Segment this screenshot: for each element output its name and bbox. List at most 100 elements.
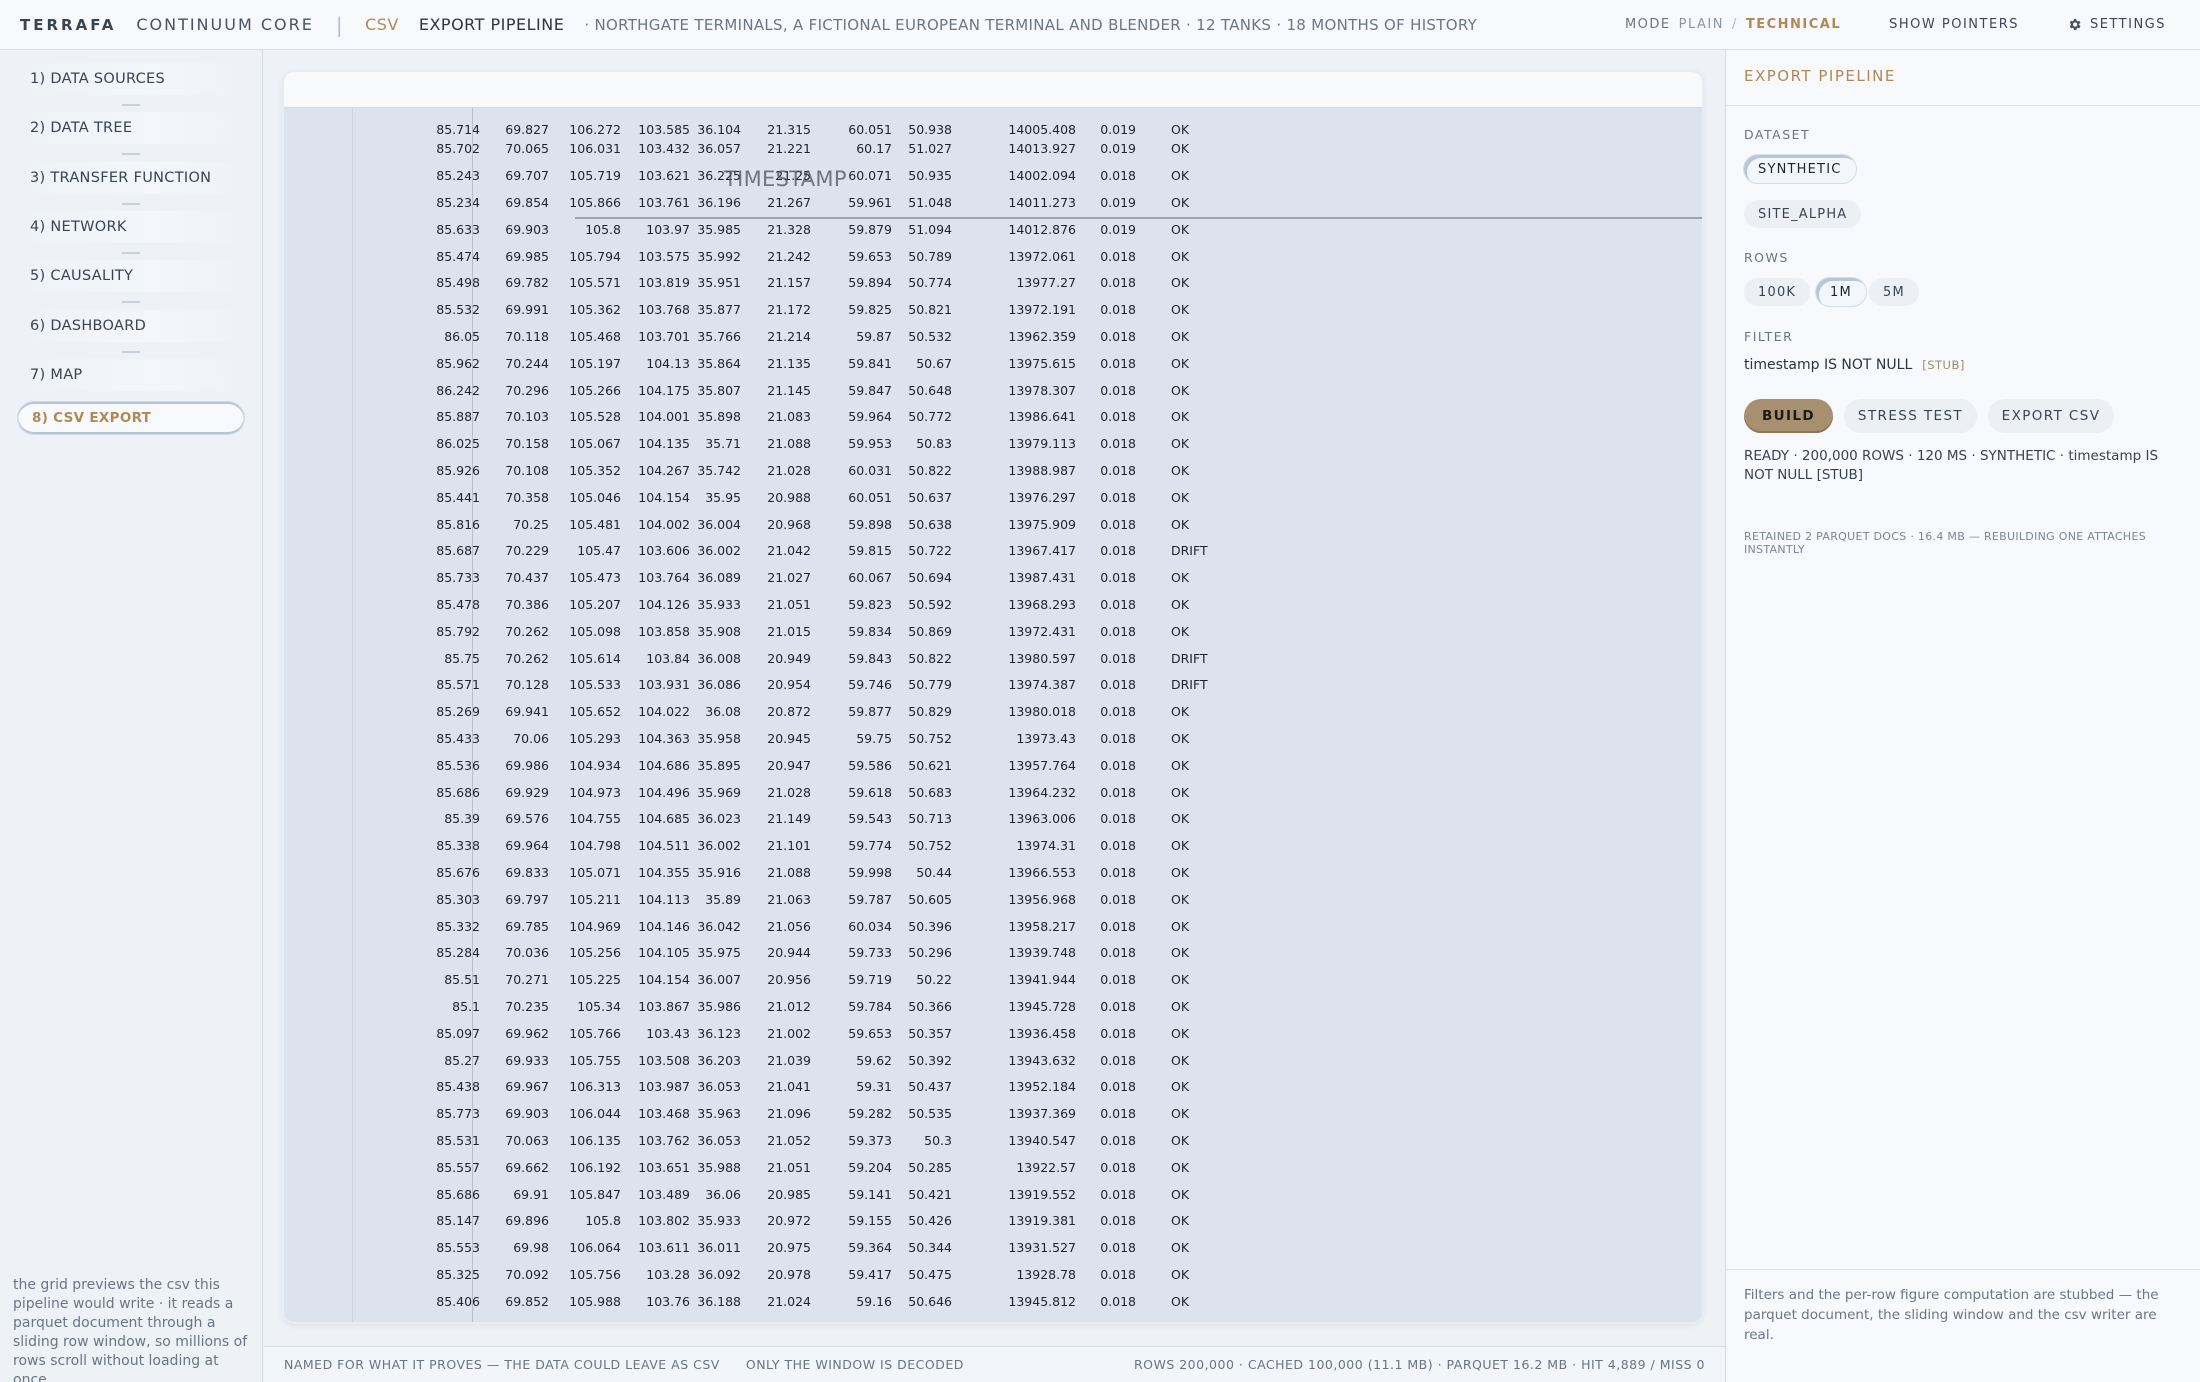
table-cell: 103.987 [638, 1079, 690, 1095]
table-row[interactable]: 86.025 70.158 105.067 104.135 35.71 21.088 59.… [284, 430, 1702, 457]
table-row[interactable]: 85.498 69.782 105.571 103.819 35.951 21.157 59… [284, 269, 1702, 296]
table-cell: 50.396 [908, 918, 952, 934]
table-cell: 20.872 [767, 704, 811, 720]
table-row[interactable]: 85.557 69.662 106.192 103.651 35.988 21.051 59… [284, 1154, 1702, 1181]
stress-test-button[interactable]: STRESS TEST [1844, 399, 1977, 433]
table-row[interactable]: 85.75 70.262 105.614 103.84 36.008 20.949 59.8… [284, 645, 1702, 672]
table-row[interactable]: 85.325 70.092 105.756 103.28 36.092 20.978 59.… [284, 1261, 1702, 1288]
breadcrumb-csv[interactable]: CSV [365, 15, 399, 34]
table-cell: 105.847 [569, 1186, 621, 1202]
table-cell: 103.858 [638, 623, 690, 639]
table-row[interactable]: 85.51 70.271 105.225 104.154 36.007 20.956 59.… [284, 966, 1702, 993]
table-row[interactable]: 85.676 69.833 105.071 104.355 35.916 21.088 59… [284, 859, 1702, 886]
table-cell: 105.571 [569, 275, 621, 291]
build-button[interactable]: BUILD [1744, 399, 1833, 433]
table-row[interactable]: 85.243 69.707 105.719 103.621 36.225 21.25 60.… [284, 162, 1702, 189]
table-row[interactable]: 85.733 70.437 105.473 103.764 36.089 21.027 60… [284, 564, 1702, 591]
table-row[interactable]: 85.687 70.229 105.47 103.606 36.002 21.042 59.… [284, 537, 1702, 564]
show-pointers-button[interactable]: SHOW POINTERS [1889, 17, 2019, 32]
table-row[interactable]: 85.438 69.967 106.313 103.987 36.053 21.041 59… [284, 1073, 1702, 1100]
nav-item-causality[interactable]: 5) CAUSALITY [16, 260, 246, 292]
nav-item-map[interactable]: 7) MAP [16, 359, 246, 391]
brand-logo[interactable]: TERRAFA [20, 16, 116, 34]
table-cell: 50.829 [908, 704, 952, 720]
table-cell: 0.018 [1100, 623, 1136, 639]
column-divider [352, 108, 353, 1322]
table-cell: 103.768 [638, 302, 690, 318]
table-cell: 105.067 [569, 436, 621, 452]
filter-expression[interactable]: timestamp IS NOT NULL [STUB] [1744, 357, 1965, 373]
settings-button[interactable]: SETTINGS [2067, 17, 2166, 32]
table-row[interactable]: 85.474 69.985 105.794 103.575 35.992 21.242 59… [284, 243, 1702, 270]
table-cell: 36.011 [697, 1240, 741, 1256]
table-row[interactable]: 85.269 69.941 105.652 104.022 36.08 20.872 59.… [284, 698, 1702, 725]
table-row[interactable]: 85.478 70.386 105.207 104.126 35.933 21.051 59… [284, 591, 1702, 618]
table-row[interactable]: 85.332 69.785 104.969 104.146 36.042 21.056 60… [284, 913, 1702, 940]
table-row[interactable]: 85.147 69.896 105.8 103.802 35.933 20.972 59.1… [284, 1207, 1702, 1234]
table-cell: 60.051 [848, 489, 892, 505]
table-cell: 70.06 [513, 731, 549, 746]
table-row[interactable]: 85.926 70.108 105.352 104.267 35.742 21.028 60… [284, 457, 1702, 484]
table-cell: 0.018 [1100, 918, 1136, 934]
table-row[interactable]: 86.242 70.296 105.266 104.175 35.807 21.145 59… [284, 377, 1702, 404]
rows-option-5m[interactable]: 5M [1869, 278, 1919, 306]
table-row[interactable]: 85.715 69.996 106.102 103.609 36.184 21.012 59… [284, 1315, 1702, 1322]
table-cell: 50.713 [908, 811, 952, 827]
table-row[interactable]: 85.633 69.903 105.8 103.97 35.985 21.328 59.87… [284, 216, 1702, 243]
table-cell: 13941.944 [1008, 972, 1076, 988]
dataset-option-synthetic[interactable]: SYNTHETIC [1744, 155, 1856, 183]
table-cell: 105.046 [569, 489, 621, 505]
table-row[interactable]: 85.816 70.25 105.481 104.002 36.004 20.968 59.… [284, 511, 1702, 538]
top-bar: TERRAFA CONTINUUM CORE | CSV EXPORT PIPE… [0, 0, 2200, 50]
table-row[interactable]: 85.441 70.358 105.046 104.154 35.95 20.988 60.… [284, 484, 1702, 511]
table-row[interactable]: 85.234 69.854 105.866 103.761 36.196 21.267 59… [284, 189, 1702, 216]
table-row[interactable]: 85.406 69.852 105.988 103.76 36.188 21.024 59.… [284, 1288, 1702, 1315]
table-row[interactable]: 85.1 70.235 105.34 103.867 35.986 21.012 59.78… [284, 993, 1702, 1020]
table-row[interactable]: 85.702 70.065 106.031 103.432 36.057 21.221 60… [284, 135, 1702, 162]
nav-item-data-tree[interactable]: 2) DATA TREE [16, 112, 246, 144]
dataset-option-site-alpha[interactable]: SITE_ALPHA [1744, 200, 1862, 228]
table-row[interactable]: 85.532 69.991 105.362 103.768 35.877 21.172 59… [284, 296, 1702, 323]
nav-item-data-sources[interactable]: 1) DATA SOURCES [16, 63, 246, 95]
table-cell: 59.733 [848, 945, 892, 961]
table-row[interactable]: 85.686 69.929 104.973 104.496 35.969 21.028 59… [284, 779, 1702, 806]
table-cell: 13928.78 [1016, 1267, 1076, 1282]
table-cell: 50.648 [908, 382, 952, 398]
table-cell: 85.1 [452, 999, 480, 1014]
table-row[interactable]: 85.773 69.903 106.044 103.468 35.963 21.096 59… [284, 1100, 1702, 1127]
table-row[interactable]: 85.962 70.244 105.197 104.13 35.864 21.135 59.… [284, 350, 1702, 377]
export-csv-button[interactable]: EXPORT CSV [1988, 399, 2114, 433]
table-cell: 105.293 [569, 731, 621, 746]
table-row[interactable]: 85.553 69.98 106.064 103.611 36.011 20.975 59.… [284, 1234, 1702, 1261]
table-cell: 85.792 [436, 623, 480, 639]
nav-item-dashboard[interactable]: 6) DASHBOARD [16, 310, 246, 342]
table-row[interactable]: 85.571 70.128 105.533 103.931 36.086 20.954 59… [284, 671, 1702, 698]
table-row[interactable]: 85.686 69.91 105.847 103.489 36.06 20.985 59.1… [284, 1181, 1702, 1208]
table-row[interactable]: 85.433 70.06 105.293 104.363 35.958 20.945 59.… [284, 725, 1702, 752]
table-row[interactable]: 85.536 69.986 104.934 104.686 35.895 20.947 59… [284, 752, 1702, 779]
table-row[interactable]: 85.792 70.262 105.098 103.858 35.908 21.015 59… [284, 618, 1702, 645]
rows-option-1m[interactable]: 1M [1816, 278, 1866, 306]
table-row[interactable]: 85.887 70.103 105.528 104.001 35.898 21.083 59… [284, 403, 1702, 430]
table-row[interactable]: 85.303 69.797 105.211 104.113 35.89 21.063 59.… [284, 886, 1702, 913]
table-row[interactable]: 85.531 70.063 106.135 103.762 36.053 21.052 59… [284, 1127, 1702, 1154]
table-row[interactable]: 85.27 69.933 105.755 103.508 36.203 21.039 59.… [284, 1047, 1702, 1074]
dragged-column-header-timestamp[interactable]: TIMESTAMP [724, 167, 847, 191]
table-cell: 21.056 [767, 918, 811, 934]
table-row[interactable]: 85.097 69.962 105.766 103.43 36.123 21.002 59.… [284, 1020, 1702, 1047]
table-row[interactable]: 85.39 69.576 104.755 104.685 36.023 21.149 59.… [284, 805, 1702, 832]
mode-technical-toggle[interactable]: TECHNICAL [1746, 17, 1841, 32]
status-cell: OK [1171, 302, 1190, 318]
csv-preview-grid[interactable]: 85.714 69.827 106.272 103.585 36.104 21.315 60… [284, 72, 1702, 1322]
nav-item-csv-export[interactable]: 8) CSV EXPORT [18, 402, 244, 434]
table-cell: 105.481 [569, 516, 621, 532]
table-row[interactable]: 85.338 69.964 104.798 104.511 36.002 21.101 59… [284, 832, 1702, 859]
rows-option-100k[interactable]: 100K [1744, 278, 1811, 306]
table-row[interactable]: 86.05 70.118 105.468 103.701 35.766 21.214 59.… [284, 323, 1702, 350]
table-row[interactable]: 85.284 70.036 105.256 104.105 35.975 20.944 59… [284, 939, 1702, 966]
mode-plain-toggle[interactable]: PLAIN [1679, 17, 1724, 32]
table-cell: 59.841 [848, 355, 892, 371]
nav-item-network[interactable]: 4) NETWORK [16, 211, 246, 243]
nav-item-transfer-function[interactable]: 3) TRANSFER FUNCTION [16, 162, 246, 194]
table-cell: 35.958 [697, 731, 741, 746]
